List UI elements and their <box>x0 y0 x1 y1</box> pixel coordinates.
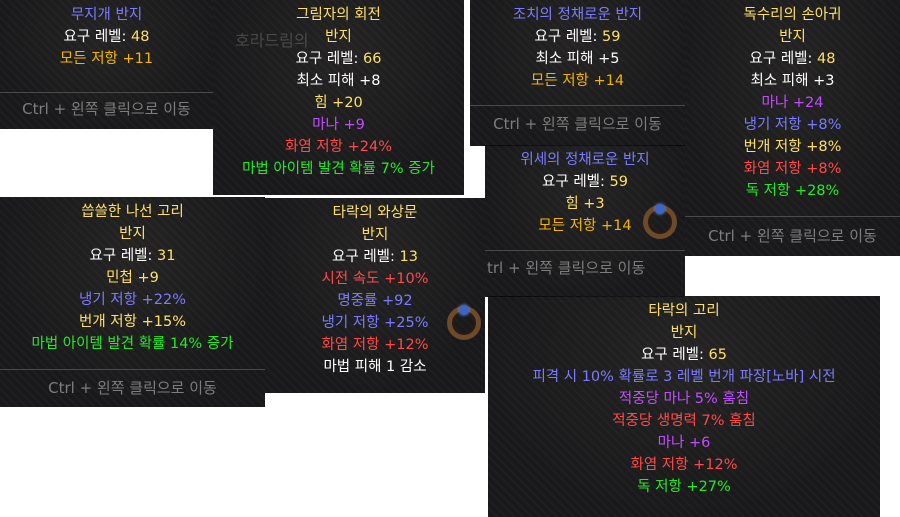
item-name: 위세의 정채로운 반지 <box>520 152 650 168</box>
stat-life-leech: 적중당 생명력 7% 훔침 <box>612 413 756 429</box>
stat-proc-nova: 피격 시 10% 확률로 3 레벨 번개 파장[노바] 시전 <box>532 369 836 385</box>
tooltip-chosi-ring: 조치의 정채로운 반지 요구 레벨: 59 최소 피해 +5 모든 저항 +14… <box>470 0 685 146</box>
stat-min-damage: 최소 피해 +8 <box>296 73 381 89</box>
stat-all-resist: 모든 저항 +11 <box>59 51 154 67</box>
stat-mana: 마나 +6 <box>657 435 711 451</box>
stat-all-resist: 모든 저항 +14 <box>530 73 625 89</box>
required-level: 요구 레벨: 65 <box>641 347 727 363</box>
stat-magic-damage-reduce: 마법 피해 1 감소 <box>323 359 427 375</box>
stat-magic-find: 마법 아이템 발견 확률 14% 증가 <box>31 336 234 352</box>
stat-fire-resist: 화염 저항 +24% <box>285 139 392 155</box>
item-type: 반지 <box>361 227 389 243</box>
required-level: 요구 레벨: 48 <box>63 29 150 45</box>
divider <box>470 105 685 106</box>
stat-dexterity: 민첩 +9 <box>106 270 159 286</box>
stat-strength: 힘 +20 <box>314 95 363 111</box>
item-name: 조치의 정채로운 반지 <box>512 7 643 23</box>
tooltip-rainbow-ring: 무지개 반지 요구 레벨: 48 모든 저항 +11 Ctrl + 왼쪽 클릭으… <box>0 0 213 129</box>
tooltip-bitter-ring: 씁쓸한 나선 고리 반지 요구 레벨: 31 민첩 +9 냉기 저항 +22% … <box>0 197 265 407</box>
ctrl-click-hint: Ctrl + 왼쪽 클릭으로 이동 <box>493 115 662 133</box>
divider <box>0 369 265 370</box>
ctrl-click-hint: Ctrl + 왼쪽 클릭으로 이동 <box>708 227 877 245</box>
ctrl-click-hint: trl + 왼쪽 클릭으로 이동 <box>487 259 646 277</box>
item-name: 그림자의 회전 <box>296 7 381 23</box>
ring-icon <box>643 204 677 239</box>
required-level: 요구 레벨: 13 <box>332 249 418 265</box>
item-name: 독수리의 손아귀 <box>743 7 842 23</box>
stat-fire-resist: 화염 저항 +12% <box>630 457 738 473</box>
stat-min-damage: 최소 피해 +3 <box>750 73 835 89</box>
divider <box>0 92 213 93</box>
stat-mana: 마나 +9 <box>312 117 365 133</box>
stat-attack-rating: 명중률 +92 <box>337 293 413 309</box>
item-name: 타락의 고리 <box>648 303 720 319</box>
item-type: 반지 <box>670 325 698 341</box>
tooltip-corrupt-ring: 타락의 고리 반지 요구 레벨: 65 피격 시 10% 확률로 3 레벨 번개… <box>488 296 880 517</box>
item-name: 씁쓸한 나선 고리 <box>81 204 184 220</box>
stat-lightning-resist: 번개 저항 +8% <box>743 139 842 155</box>
tooltip-eagle-ring: 독수리의 손아귀 반지 요구 레벨: 48 최소 피해 +3 마나 +24 냉기… <box>685 0 900 256</box>
stat-cold-resist: 냉기 저항 +22% <box>79 292 186 308</box>
ctrl-click-hint: Ctrl + 왼쪽 클릭으로 이동 <box>22 100 191 118</box>
item-name: 타락의 와상문 <box>332 205 418 221</box>
stat-fire-resist: 화염 저항 +12% <box>321 337 429 353</box>
item-name: 무지개 반지 <box>70 7 143 23</box>
stat-lightning-resist: 번개 저항 +15% <box>79 314 186 330</box>
divider <box>685 216 900 217</box>
required-level: 요구 레벨: 31 <box>89 248 176 264</box>
stat-cast-speed: 시전 속도 +10% <box>321 271 429 287</box>
stat-min-damage: 최소 피해 +5 <box>535 51 620 67</box>
item-type: 반지 <box>779 29 806 45</box>
stat-fire-resist: 화염 저항 +8% <box>743 161 842 177</box>
stat-cold-resist: 냉기 저항 +8% <box>743 117 842 133</box>
item-type: 반지 <box>119 226 146 242</box>
tooltip-wise-ring: 위세의 정채로운 반지 요구 레벨: 59 힘 +3 모든 저항 +14 trl… <box>485 145 685 297</box>
tooltip-corrupt-moan-ring: 타락의 와상문 반지 요구 레벨: 13 시전 속도 +10% 명중률 +92 … <box>265 198 485 393</box>
divider <box>485 250 685 251</box>
required-level: 요구 레벨: 59 <box>542 174 628 190</box>
ctrl-click-hint: Ctrl + 왼쪽 클릭으로 이동 <box>48 379 217 397</box>
stat-mana-leech: 적중당 마나 5% 훔침 <box>618 391 750 407</box>
background-ghost-text: 호라드림의 <box>235 31 309 50</box>
required-level: 요구 레벨: 48 <box>749 51 836 67</box>
stat-mana: 마나 +24 <box>761 95 824 111</box>
stat-magic-find: 마법 아이템 발견 확률 7% 증가 <box>242 161 435 177</box>
stat-poison-resist: 독 저항 +27% <box>637 479 731 495</box>
tooltip-shadow-ring: 호라드림의 그림자의 회전 반지 요구 레벨: 66 최소 피해 +8 힘 +2… <box>213 0 464 195</box>
required-level: 요구 레벨: 59 <box>534 29 621 45</box>
ring-icon <box>447 305 481 340</box>
stat-poison-resist: 독 저항 +28% <box>745 183 840 199</box>
